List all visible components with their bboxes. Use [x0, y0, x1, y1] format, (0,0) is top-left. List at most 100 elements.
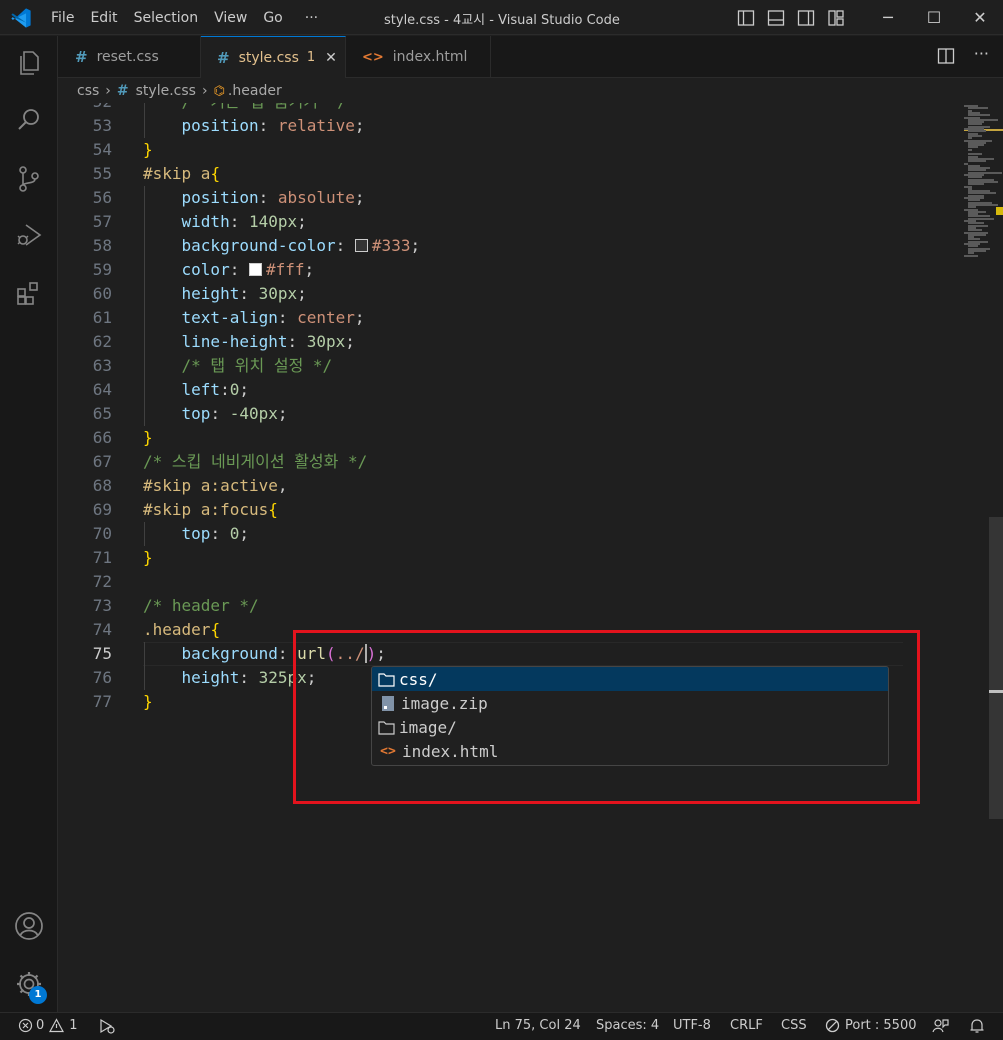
manage-badge: 1: [29, 986, 47, 1004]
code-line[interactable]: 71}: [58, 546, 903, 570]
close-tab-icon[interactable]: ✕: [325, 50, 337, 66]
menu-go[interactable]: Go: [255, 10, 290, 26]
accounts-icon[interactable]: [13, 910, 45, 942]
line-number[interactable]: 61: [58, 306, 112, 330]
indentation[interactable]: Spaces: 4: [596, 1018, 659, 1033]
line-number[interactable]: 54: [58, 138, 112, 162]
line-number[interactable]: 59: [58, 258, 112, 282]
code-line[interactable]: 53 position: relative;: [58, 114, 903, 138]
line-number[interactable]: 64: [58, 378, 112, 402]
line-number[interactable]: 73: [58, 594, 112, 618]
toggle-primary-sidebar-icon[interactable]: [731, 0, 761, 35]
line-number[interactable]: 76: [58, 666, 112, 690]
extensions-icon[interactable]: [13, 277, 45, 309]
live-server-port[interactable]: Port : 5500: [825, 1018, 917, 1033]
code-line[interactable]: 72: [58, 570, 903, 594]
toggle-secondary-sidebar-icon[interactable]: [791, 0, 821, 35]
code-line[interactable]: 73 /* header */: [58, 594, 903, 618]
line-ending[interactable]: CRLF: [730, 1018, 763, 1033]
breadcrumb-folder[interactable]: css: [77, 83, 99, 99]
explorer-icon[interactable]: [13, 47, 45, 79]
run-and-debug-icon[interactable]: [13, 219, 45, 251]
more-actions-icon[interactable]: ···: [974, 44, 989, 63]
line-number[interactable]: 55: [58, 162, 112, 186]
code-line[interactable]: 54}: [58, 138, 903, 162]
scrollbar-thumb[interactable]: [989, 517, 1003, 819]
close-window-button[interactable]: ✕: [957, 0, 1003, 35]
menu-view[interactable]: View: [206, 10, 255, 26]
source-control-icon[interactable]: [13, 163, 45, 195]
code-line[interactable]: 58 background-color: #333;: [58, 234, 903, 258]
search-icon[interactable]: [13, 104, 45, 136]
feedback-icon[interactable]: [932, 1018, 949, 1034]
suggestion-item[interactable]: css/: [372, 667, 888, 691]
live-share-icon[interactable]: [98, 1018, 116, 1034]
line-number[interactable]: 58: [58, 234, 112, 258]
notifications-bell-icon[interactable]: [969, 1018, 985, 1034]
language-mode[interactable]: CSS: [781, 1018, 807, 1033]
menu-more[interactable]: ···: [297, 10, 326, 26]
line-number[interactable]: 75: [58, 642, 112, 666]
code-line[interactable]: 60 height: 30px;: [58, 282, 903, 306]
line-number[interactable]: 77: [58, 690, 112, 714]
line-number[interactable]: 53: [58, 114, 112, 138]
minimize-button[interactable]: ─: [865, 0, 911, 35]
line-number[interactable]: 52: [58, 103, 112, 114]
code-line[interactable]: 61 text-align: center;: [58, 306, 903, 330]
code-line[interactable]: 74 .header{: [58, 618, 903, 642]
line-number[interactable]: 67: [58, 450, 112, 474]
line-number[interactable]: 70: [58, 522, 112, 546]
line-number[interactable]: 60: [58, 282, 112, 306]
maximize-button[interactable]: ☐: [911, 0, 957, 35]
menu-edit[interactable]: Edit: [82, 10, 125, 26]
code-line[interactable]: 68 #skip a:active,: [58, 474, 903, 498]
line-number[interactable]: 74: [58, 618, 112, 642]
code-line[interactable]: 75 background: url(../);: [58, 642, 903, 666]
code-line[interactable]: 65 top: -40px;: [58, 402, 903, 426]
code-line[interactable]: 66}: [58, 426, 903, 450]
split-editor-icon[interactable]: [937, 47, 955, 65]
customize-layout-icon[interactable]: [821, 0, 851, 35]
line-number[interactable]: 57: [58, 210, 112, 234]
menu-selection[interactable]: Selection: [126, 10, 207, 26]
code-line[interactable]: 69 #skip a:focus{: [58, 498, 903, 522]
code-lines[interactable]: 52 /* 기존 탭 숨기기 */53 position: relative;5…: [58, 103, 903, 714]
cursor-position[interactable]: Ln 75, Col 24: [495, 1018, 581, 1033]
code-line[interactable]: 52 /* 기존 탭 숨기기 */: [58, 103, 903, 114]
code-line[interactable]: 57 width: 140px;: [58, 210, 903, 234]
breadcrumb-file[interactable]: style.css: [136, 83, 196, 99]
code-line[interactable]: 56 position: absolute;: [58, 186, 903, 210]
menu-file[interactable]: File: [43, 10, 82, 26]
line-number[interactable]: 66: [58, 426, 112, 450]
suggest-widget[interactable]: css/ image.zip image/ <> index.html: [371, 666, 889, 766]
line-number[interactable]: 71: [58, 546, 112, 570]
line-number[interactable]: 62: [58, 330, 112, 354]
breadcrumb-symbol[interactable]: .header: [228, 83, 282, 99]
code-line[interactable]: 67 /* 스킵 네비게이션 활성화 */: [58, 450, 903, 474]
encoding[interactable]: UTF-8: [673, 1018, 711, 1033]
tab-index-html[interactable]: <> index.html: [346, 36, 491, 78]
vertical-scrollbar[interactable]: [989, 103, 1003, 1012]
line-number[interactable]: 72: [58, 570, 112, 594]
line-number[interactable]: 63: [58, 354, 112, 378]
suggestion-item[interactable]: <> index.html: [372, 739, 888, 763]
code-line[interactable]: 62 line-height: 30px;: [58, 330, 903, 354]
suggestion-item[interactable]: image.zip: [372, 691, 888, 715]
code-editor[interactable]: 52 /* 기존 탭 숨기기 */53 position: relative;5…: [58, 103, 1003, 1012]
line-number[interactable]: 56: [58, 186, 112, 210]
code-line[interactable]: 55 #skip a{: [58, 162, 903, 186]
line-number[interactable]: 65: [58, 402, 112, 426]
suggestion-item[interactable]: image/: [372, 715, 888, 739]
tab-reset-css[interactable]: # reset.css: [58, 36, 201, 78]
code-line[interactable]: 59 color: #fff;: [58, 258, 903, 282]
line-number[interactable]: 68: [58, 474, 112, 498]
code-line[interactable]: 70 top: 0;: [58, 522, 903, 546]
code-line[interactable]: 63 /* 탭 위치 설정 */: [58, 354, 903, 378]
color-swatch[interactable]: [248, 263, 262, 276]
code-line[interactable]: 64 left:0;: [58, 378, 903, 402]
problems-status[interactable]: 0 1: [18, 1018, 78, 1033]
color-swatch[interactable]: [354, 239, 368, 252]
tab-style-css[interactable]: # style.css 1 ✕: [201, 36, 346, 78]
toggle-panel-icon[interactable]: [761, 0, 791, 35]
line-number[interactable]: 69: [58, 498, 112, 522]
